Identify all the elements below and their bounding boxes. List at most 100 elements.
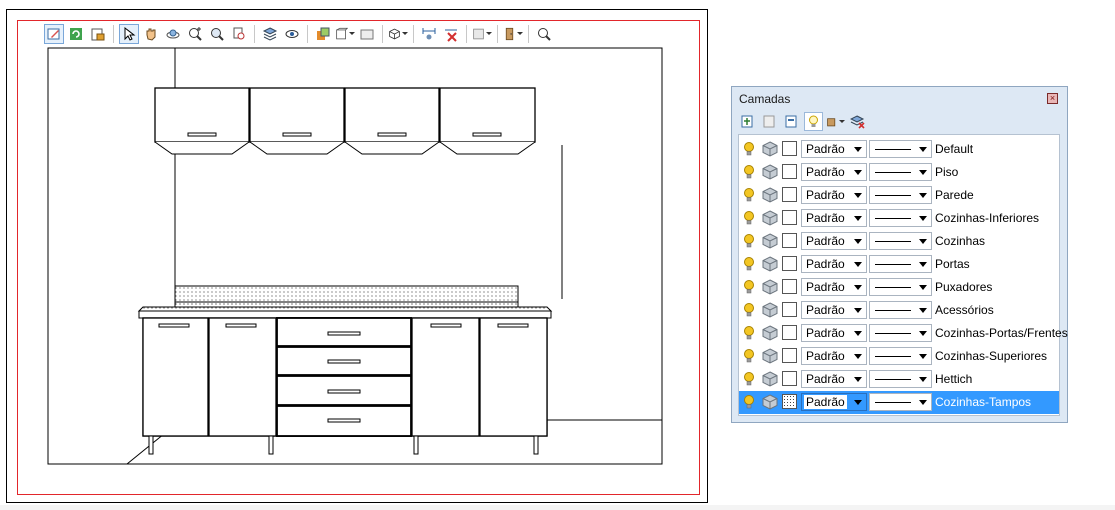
- fill-pattern-dropdown[interactable]: Padrão: [801, 347, 867, 365]
- layer-color-swatch[interactable]: [782, 187, 797, 202]
- cube-visibility-icon[interactable]: [762, 302, 778, 318]
- fill-pattern-dropdown[interactable]: Padrão: [801, 140, 867, 158]
- edit-properties-icon[interactable]: [44, 23, 64, 44]
- lightbulb-icon[interactable]: [743, 348, 755, 364]
- cube-visibility-icon[interactable]: [762, 187, 778, 203]
- lightbulb-icon[interactable]: [743, 279, 755, 295]
- layer-row[interactable]: Padrão Portas: [739, 253, 1059, 276]
- layer-row[interactable]: Padrão Default: [739, 138, 1059, 161]
- layer-state-icon[interactable]: [826, 112, 845, 131]
- cube-visibility-icon[interactable]: [762, 233, 778, 249]
- line-style-dropdown[interactable]: [869, 163, 932, 181]
- layer-row[interactable]: Padrão Cozinhas-Tampos: [739, 391, 1059, 414]
- layer-color-swatch[interactable]: [782, 164, 797, 179]
- lightbulb-toggle-icon[interactable]: [804, 112, 823, 131]
- layer-row[interactable]: Padrão Puxadores: [739, 276, 1059, 299]
- add-layer-icon[interactable]: [738, 112, 757, 131]
- layer-row[interactable]: Padrão Cozinhas-Superiores: [739, 345, 1059, 368]
- line-style-dropdown[interactable]: [869, 370, 932, 388]
- render-style-icon[interactable]: [313, 24, 333, 44]
- pan-hand-icon[interactable]: [141, 24, 161, 44]
- door-icon[interactable]: [503, 24, 523, 44]
- zoom-window-icon[interactable]: [207, 24, 227, 44]
- layer-color-swatch[interactable]: [782, 279, 797, 294]
- lightbulb-icon[interactable]: [743, 394, 755, 410]
- line-style-dropdown[interactable]: [869, 255, 932, 273]
- lightbulb-icon[interactable]: [743, 210, 755, 226]
- close-icon[interactable]: ×: [1047, 93, 1058, 104]
- background-color-icon[interactable]: [472, 24, 492, 44]
- select-pointer-icon[interactable]: [119, 23, 139, 44]
- cube-visibility-icon[interactable]: [762, 210, 778, 226]
- fill-pattern-dropdown[interactable]: Padrão: [801, 186, 867, 204]
- line-style-dropdown[interactable]: [869, 186, 932, 204]
- fill-pattern-dropdown[interactable]: Padrão: [801, 209, 867, 227]
- layer-color-swatch[interactable]: [782, 371, 797, 386]
- lightbulb-icon[interactable]: [743, 302, 755, 318]
- lightbulb-icon[interactable]: [743, 233, 755, 249]
- cube-visibility-icon[interactable]: [762, 371, 778, 387]
- delete-dimension-icon[interactable]: [441, 24, 461, 44]
- line-style-dropdown[interactable]: [869, 140, 932, 158]
- layer-row[interactable]: Padrão Piso: [739, 161, 1059, 184]
- layer-properties-icon[interactable]: [782, 112, 801, 131]
- cube-visibility-icon[interactable]: [762, 141, 778, 157]
- layer-color-swatch[interactable]: [782, 141, 797, 156]
- lightbulb-icon[interactable]: [743, 164, 755, 180]
- fill-pattern-dropdown[interactable]: Padrão: [801, 370, 867, 388]
- delete-layers-icon[interactable]: [848, 112, 867, 131]
- line-style-dropdown[interactable]: [869, 301, 932, 319]
- hide-frame-icon[interactable]: [357, 24, 377, 44]
- layer-color-swatch[interactable]: [782, 348, 797, 363]
- layers-icon[interactable]: [260, 24, 280, 44]
- line-style-dropdown[interactable]: [869, 347, 932, 365]
- zoom-in-icon[interactable]: [185, 24, 205, 44]
- lightbulb-icon[interactable]: [743, 325, 755, 341]
- layer-color-swatch[interactable]: [782, 256, 797, 271]
- fill-pattern-dropdown[interactable]: Padrão: [801, 255, 867, 273]
- fill-pattern-dropdown[interactable]: Padrão: [801, 393, 867, 411]
- layer-row[interactable]: Padrão Cozinhas: [739, 230, 1059, 253]
- line-style-dropdown[interactable]: [869, 278, 932, 296]
- refresh-icon[interactable]: [66, 24, 86, 44]
- dimension-icon[interactable]: [419, 24, 439, 44]
- line-style-dropdown[interactable]: [869, 209, 932, 227]
- cube-visibility-icon[interactable]: [762, 256, 778, 272]
- cube-visibility-icon[interactable]: [762, 164, 778, 180]
- kitchen-elevation-drawing[interactable]: [47, 47, 664, 465]
- lightbulb-icon[interactable]: [743, 141, 755, 157]
- layer-color-swatch[interactable]: [782, 302, 797, 317]
- lock-layout-icon[interactable]: [88, 24, 108, 44]
- fill-pattern-dropdown[interactable]: Padrão: [801, 163, 867, 181]
- 3d-box-view-icon[interactable]: [388, 24, 408, 44]
- layer-row[interactable]: Padrão Cozinhas-Inferiores: [739, 207, 1059, 230]
- lightbulb-icon[interactable]: [743, 371, 755, 387]
- zoom-previous-icon[interactable]: [229, 24, 249, 44]
- layer-row[interactable]: Padrão Parede: [739, 184, 1059, 207]
- orbit-icon[interactable]: [163, 24, 183, 44]
- remove-layer-icon[interactable]: [760, 112, 779, 131]
- line-style-dropdown[interactable]: [869, 393, 932, 411]
- cube-visibility-icon[interactable]: [762, 394, 778, 410]
- fill-pattern-dropdown[interactable]: Padrão: [801, 278, 867, 296]
- fill-pattern-dropdown[interactable]: Padrão: [801, 324, 867, 342]
- cube-visibility-icon[interactable]: [762, 279, 778, 295]
- fill-pattern-dropdown[interactable]: Padrão: [801, 301, 867, 319]
- line-style-dropdown[interactable]: [869, 324, 932, 342]
- eye-view-icon[interactable]: [282, 24, 302, 44]
- lightbulb-icon[interactable]: [743, 187, 755, 203]
- layer-color-swatch[interactable]: [782, 210, 797, 225]
- lightbulb-icon[interactable]: [743, 256, 755, 272]
- line-style-dropdown[interactable]: [869, 232, 932, 250]
- viewport-icon[interactable]: [335, 24, 355, 44]
- cube-visibility-icon[interactable]: [762, 348, 778, 364]
- layer-color-swatch[interactable]: [782, 325, 797, 340]
- layer-row[interactable]: Padrão Acessórios: [739, 299, 1059, 322]
- layer-color-swatch[interactable]: [782, 233, 797, 248]
- cube-visibility-icon[interactable]: [762, 325, 778, 341]
- layer-row[interactable]: Padrão Cozinhas-Portas/Frentes: [739, 322, 1068, 345]
- fill-pattern-dropdown[interactable]: Padrão: [801, 232, 867, 250]
- zoom-search-icon[interactable]: [534, 24, 554, 44]
- layer-color-swatch[interactable]: [782, 394, 797, 409]
- layer-row[interactable]: Padrão Hettich: [739, 368, 1059, 391]
